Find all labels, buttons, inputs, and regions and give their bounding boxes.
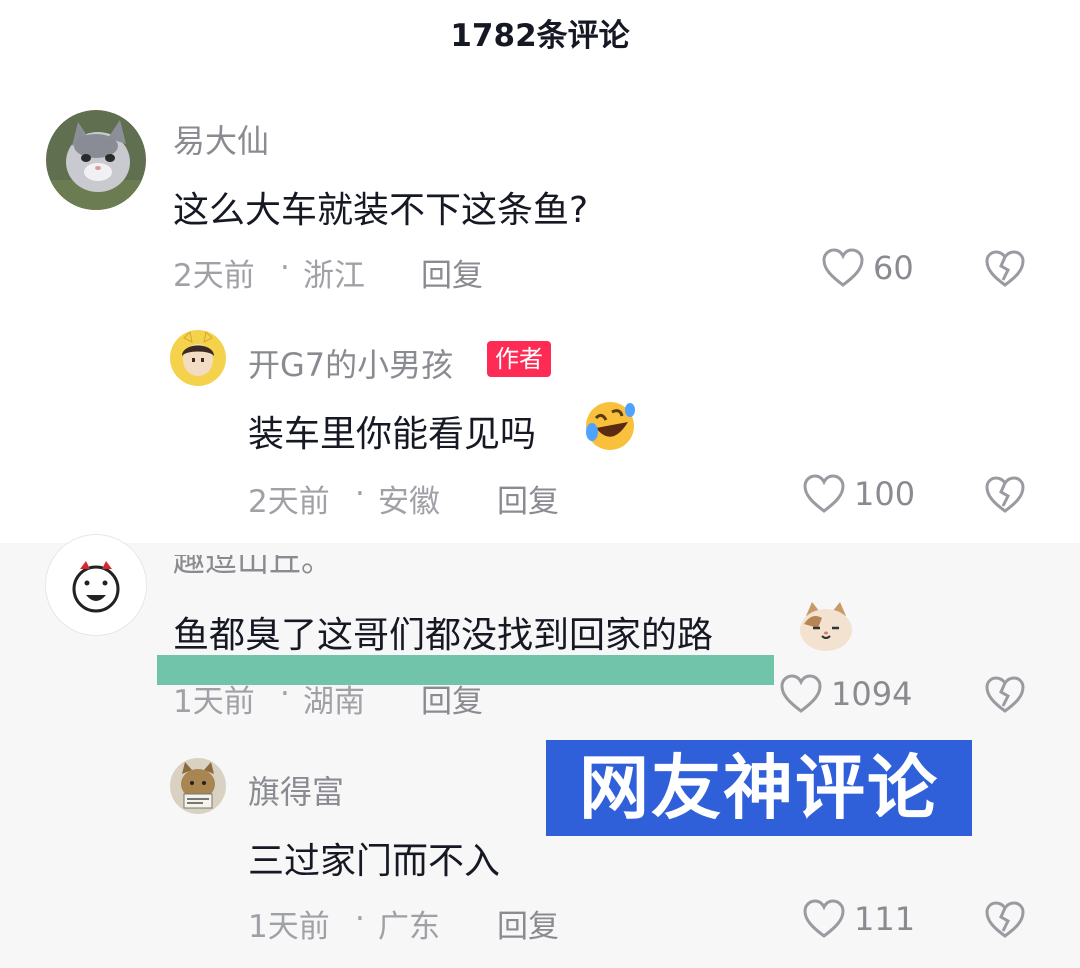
comment-time: 2天前 bbox=[248, 484, 330, 520]
comment-time: 1天前 bbox=[248, 909, 330, 945]
rolling-laughing-emoji bbox=[582, 400, 638, 456]
heart-outline-icon bbox=[802, 899, 846, 939]
comments-panel-top bbox=[0, 0, 1080, 543]
like-count: 60 bbox=[873, 249, 914, 287]
comment-location: 广东 bbox=[378, 909, 440, 945]
dislike-button[interactable] bbox=[984, 476, 1026, 518]
avatar[interactable] bbox=[170, 330, 226, 386]
like-button[interactable]: 1094 bbox=[779, 674, 912, 714]
meta-separator: · bbox=[280, 676, 290, 712]
meta-separator: · bbox=[355, 901, 365, 937]
broken-heart-icon bbox=[984, 250, 1026, 292]
comment-location: 浙江 bbox=[303, 258, 365, 294]
comment-username[interactable]: 旗得富 bbox=[248, 767, 344, 813]
broken-heart-icon bbox=[984, 476, 1026, 518]
like-count: 111 bbox=[854, 900, 916, 938]
author-badge: 作者 bbox=[487, 341, 551, 377]
dislike-button[interactable] bbox=[984, 676, 1026, 718]
like-count: 100 bbox=[854, 475, 916, 513]
comment-username[interactable]: 趣逗山丘。 bbox=[173, 555, 333, 577]
comment-text: 装车里你能看见吗 bbox=[248, 414, 537, 455]
reply-button[interactable]: 回复 bbox=[497, 901, 559, 946]
comment-username[interactable]: 开G7的小男孩 bbox=[248, 340, 453, 386]
heart-outline-icon bbox=[802, 474, 846, 514]
comment-text: 这么大车就装不下这条鱼? bbox=[173, 190, 589, 231]
heart-outline-icon bbox=[821, 248, 865, 288]
meta-separator: · bbox=[355, 476, 365, 512]
comment-text: 三过家门而不入 bbox=[248, 841, 501, 882]
dislike-button[interactable] bbox=[984, 250, 1026, 292]
like-button[interactable]: 111 bbox=[802, 899, 915, 939]
reply-button[interactable]: 回复 bbox=[421, 250, 483, 295]
comment-time: 1天前 bbox=[173, 684, 255, 720]
reply-button[interactable]: 回复 bbox=[421, 676, 483, 721]
comment-location: 湖南 bbox=[303, 684, 365, 720]
reply-button[interactable]: 回复 bbox=[497, 476, 559, 521]
comment-text: 鱼都臭了这哥们都没找到回家的路 bbox=[173, 615, 714, 656]
cat-face-emoji bbox=[798, 602, 854, 656]
meta-separator: · bbox=[280, 250, 290, 286]
avatar[interactable] bbox=[46, 110, 146, 210]
comment-time: 2天前 bbox=[173, 258, 255, 294]
dislike-button[interactable] bbox=[984, 901, 1026, 943]
overlay-caption: 网友神评论 bbox=[546, 740, 972, 836]
like-count: 1094 bbox=[831, 675, 913, 713]
comment-username[interactable]: 易大仙 bbox=[173, 116, 269, 162]
like-button[interactable]: 60 bbox=[821, 248, 914, 288]
heart-outline-icon bbox=[779, 674, 823, 714]
comment-location: 安徽 bbox=[378, 484, 440, 520]
comment-count-title: 1782条评论 bbox=[450, 18, 630, 54]
broken-heart-icon bbox=[984, 676, 1026, 718]
like-button[interactable]: 100 bbox=[802, 474, 915, 514]
broken-heart-icon bbox=[984, 901, 1026, 943]
avatar[interactable] bbox=[170, 758, 226, 814]
avatar[interactable] bbox=[46, 535, 146, 635]
